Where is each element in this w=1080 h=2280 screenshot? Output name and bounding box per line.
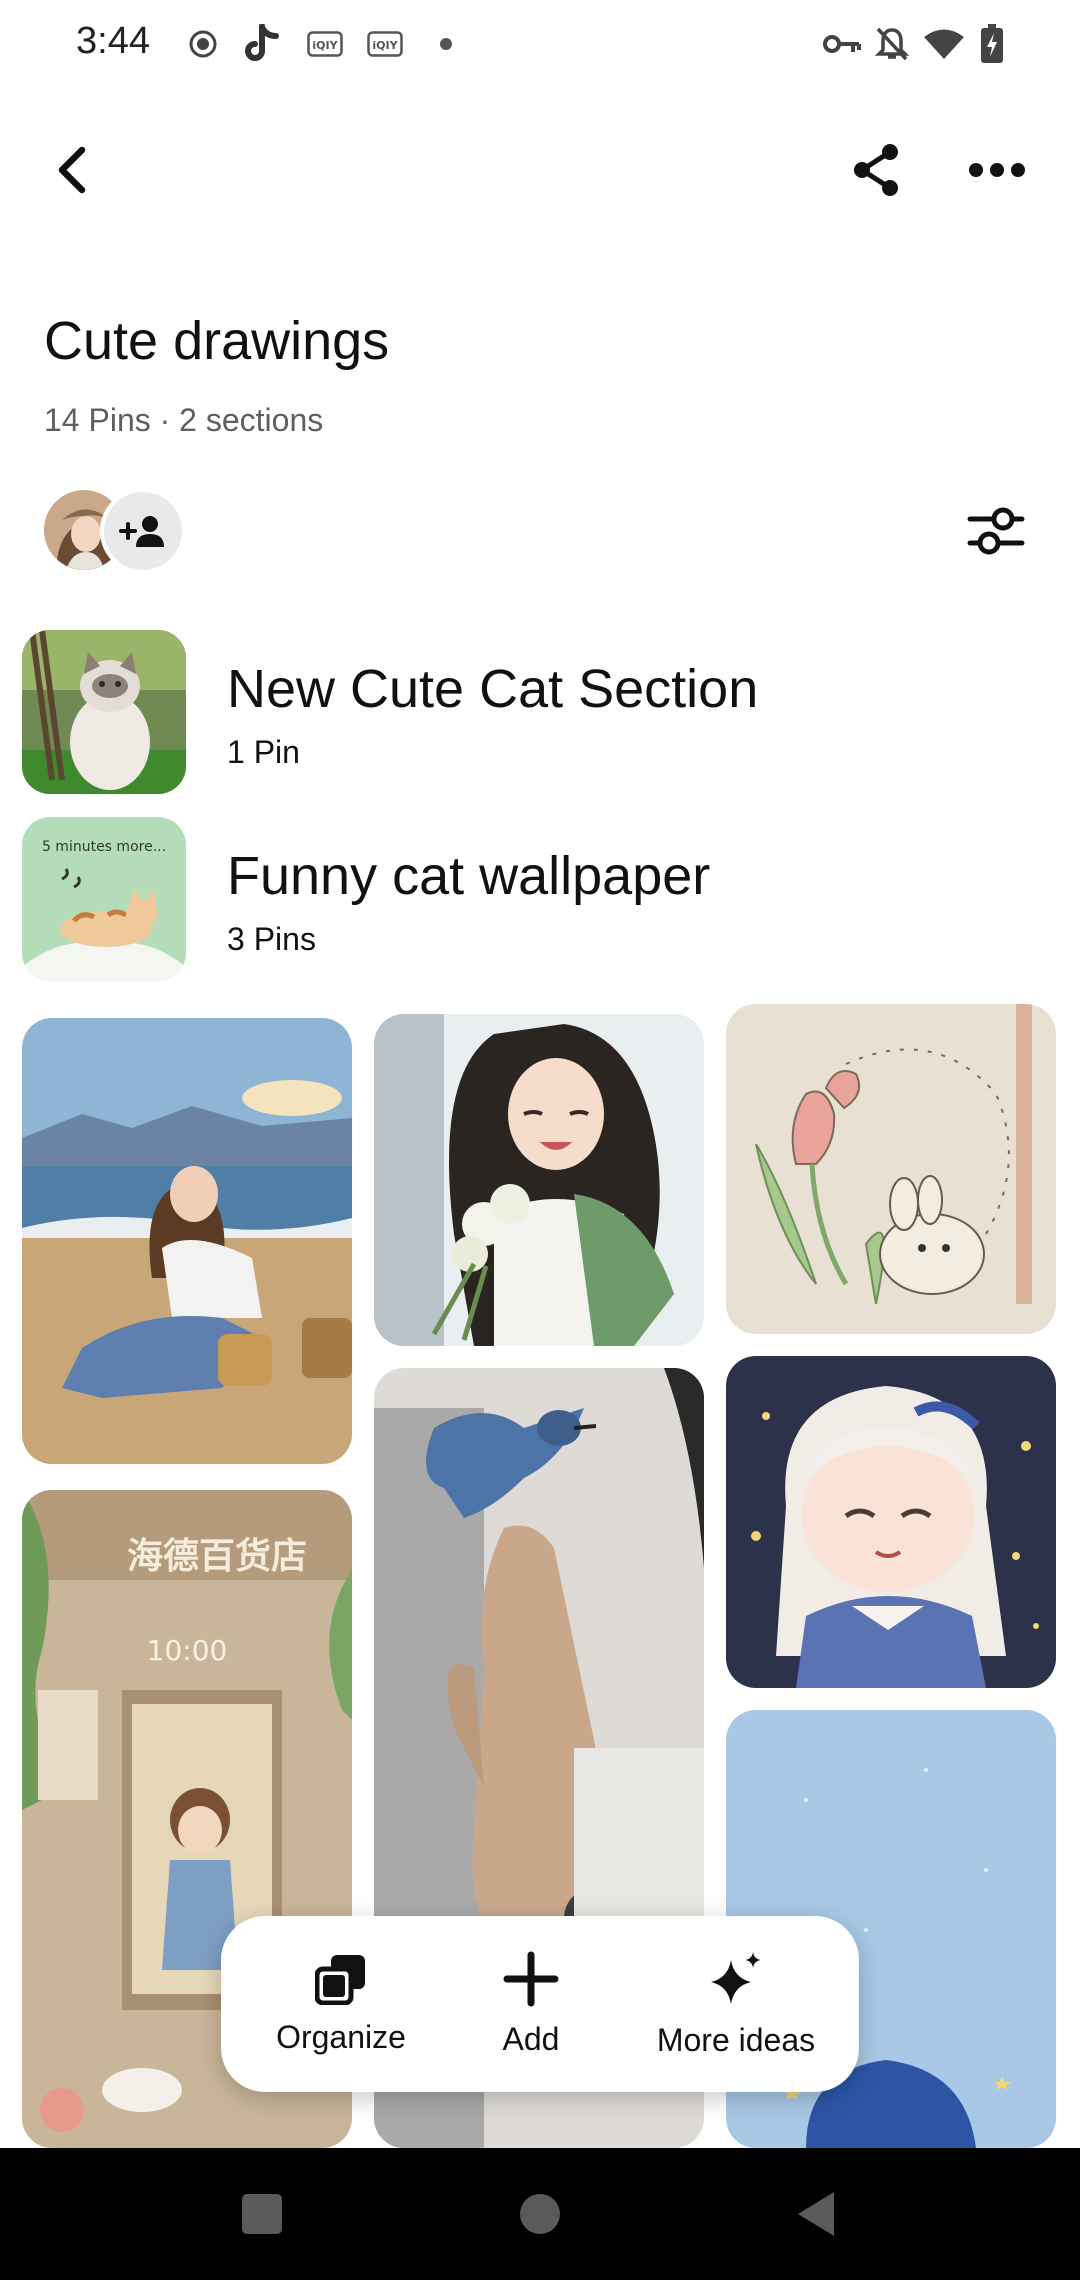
recent-apps-button[interactable] bbox=[232, 2184, 292, 2244]
svg-text:iQIY: iQIY bbox=[312, 39, 338, 52]
battery-charging-icon bbox=[978, 24, 1006, 64]
section-thumbnail bbox=[22, 630, 186, 794]
pin-girl-bouquet[interactable] bbox=[374, 1014, 704, 1346]
organize-label: Organize bbox=[276, 2018, 406, 2055]
record-icon bbox=[186, 24, 220, 64]
status-time: 3:44 bbox=[76, 20, 150, 62]
square-icon bbox=[242, 2194, 282, 2234]
svg-text:iQIY: iQIY bbox=[372, 39, 398, 52]
plus-icon bbox=[503, 1951, 559, 2006]
add-person-icon bbox=[119, 516, 164, 547]
pin-chibi-girl[interactable] bbox=[726, 1356, 1056, 1688]
board-meta: 14 Pins · 2 sections bbox=[44, 402, 324, 438]
back-nav-button[interactable] bbox=[786, 2184, 846, 2244]
section-thumbnail: 5 minutes more... bbox=[22, 817, 186, 981]
sparkle-icon bbox=[711, 1951, 761, 2004]
pin-beach-girl[interactable] bbox=[22, 1018, 352, 1464]
vpn-key-icon bbox=[822, 24, 862, 64]
top-bar bbox=[0, 120, 1080, 220]
more-ideas-button[interactable]: More ideas bbox=[641, 1916, 831, 2092]
add-button[interactable]: Add bbox=[471, 1916, 591, 2092]
pin-bunny-flower-sketch[interactable] bbox=[726, 1004, 1056, 1334]
collaborators-row bbox=[44, 488, 1036, 574]
circle-icon bbox=[520, 2194, 560, 2234]
board-action-bar: Organize Add More ideas bbox=[221, 1916, 859, 2092]
section-name: Funny cat wallpaper bbox=[227, 846, 711, 906]
section-name: New Cute Cat Section bbox=[227, 659, 759, 719]
more-horizontal-icon bbox=[969, 163, 1025, 177]
tiktok-icon bbox=[242, 24, 282, 64]
notifications-off-icon bbox=[872, 24, 912, 64]
home-button[interactable] bbox=[510, 2184, 570, 2244]
sliders-icon bbox=[967, 507, 1025, 555]
share-icon bbox=[854, 144, 898, 196]
section-pin-count: 3 Pins bbox=[227, 921, 316, 957]
triangle-back-icon bbox=[798, 2192, 834, 2236]
wifi-icon bbox=[922, 24, 966, 64]
system-navigation-bar bbox=[0, 2148, 1080, 2280]
store-sign-text: 海德百货店 bbox=[127, 1536, 307, 1577]
iqiyi-icon: iQIY bbox=[306, 24, 344, 64]
section-item-funny-cat-wallpaper[interactable]: 5 minutes more... Funny cat wallpaper 3 … bbox=[22, 817, 1062, 983]
thumbnail-caption: 5 minutes more... bbox=[42, 839, 166, 855]
add-collaborator-button[interactable] bbox=[100, 488, 186, 574]
chevron-left-icon bbox=[58, 146, 86, 194]
share-button[interactable] bbox=[836, 130, 916, 210]
status-bar: 3:44 iQIY iQIY bbox=[0, 0, 1080, 88]
page-title: Cute drawings bbox=[44, 311, 390, 371]
section-item-new-cute-cat[interactable]: New Cute Cat Section 1 Pin bbox=[22, 630, 1062, 796]
organize-icon bbox=[315, 1954, 365, 2005]
more-ideas-label: More ideas bbox=[656, 2021, 816, 2058]
clock-text: 10:00 bbox=[147, 1634, 228, 1667]
more-options-button[interactable] bbox=[957, 130, 1037, 210]
filter-button[interactable] bbox=[956, 491, 1036, 571]
add-label: Add bbox=[502, 2020, 560, 2057]
back-button[interactable] bbox=[34, 130, 114, 210]
iqiyi-icon: iQIY bbox=[366, 24, 404, 64]
dot-icon bbox=[436, 24, 456, 64]
organize-button[interactable]: Organize bbox=[261, 1916, 421, 2092]
section-pin-count: 1 Pin bbox=[227, 734, 300, 770]
